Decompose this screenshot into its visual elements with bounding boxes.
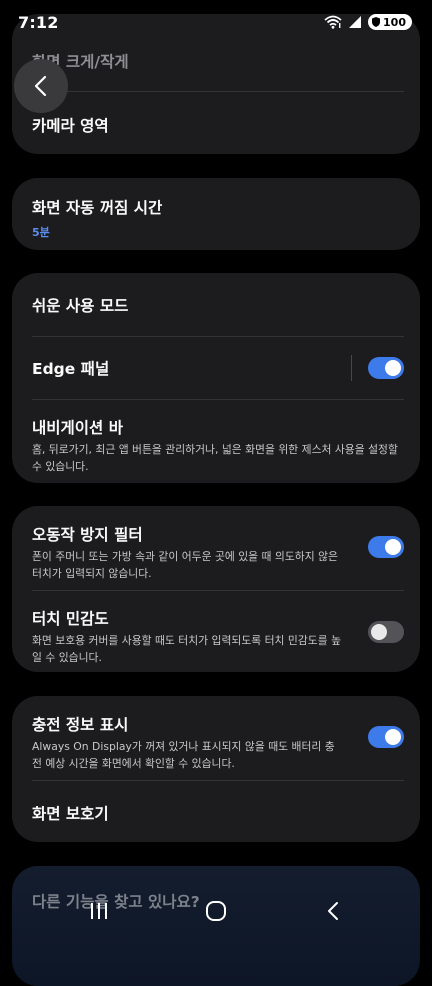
- system-nav-bar: [0, 886, 432, 936]
- touch-sensitivity-toggle[interactable]: [368, 621, 404, 643]
- status-bar: 7:12 100: [0, 0, 432, 44]
- status-icons: 100: [324, 14, 412, 30]
- card-charging: 충전 정보 표시 Always On Display가 꺼져 있거나 표시되지 …: [12, 696, 420, 842]
- home-icon: [205, 901, 226, 921]
- chevron-left-icon: [34, 75, 47, 97]
- row-easy-mode[interactable]: 쉬운 사용 모드: [12, 294, 420, 316]
- divider: [32, 780, 404, 781]
- nav-back-button[interactable]: [313, 891, 353, 931]
- row-navigation-bar[interactable]: 내비게이션 바 홈, 뒤로가기, 최근 앱 버튼을 관리하거나, 넓은 화면을 …: [12, 416, 420, 475]
- touch-sensitivity-description: 화면 보호용 커버를 사용할 때도 터치가 입력되도록 터치 민감도를 높일 수…: [32, 634, 342, 664]
- accidental-touch-toggle[interactable]: [368, 536, 404, 558]
- edge-panels-toggle[interactable]: [368, 357, 404, 379]
- accidental-touch-label: 오동작 방지 필터: [32, 526, 143, 544]
- row-accidental-touch[interactable]: 오동작 방지 필터 폰이 주머니 또는 가방 속과 같이 어두운 곳에 있을 때…: [12, 523, 420, 582]
- vertical-separator: [351, 355, 352, 381]
- touch-sensitivity-label: 터치 민감도: [32, 610, 109, 628]
- battery-shield-icon: [372, 17, 381, 27]
- home-button[interactable]: [196, 891, 236, 931]
- recents-button[interactable]: [79, 891, 119, 931]
- battery-indicator: 100: [368, 14, 412, 30]
- card-touch: 오동작 방지 필터 폰이 주머니 또는 가방 속과 같이 어두운 곳에 있을 때…: [12, 506, 420, 672]
- edge-panels-label: Edge 패널: [32, 360, 110, 378]
- row-charging-info[interactable]: 충전 정보 표시 Always On Display가 꺼져 있거나 표시되지 …: [12, 713, 420, 772]
- row-screen-timeout[interactable]: 화면 자동 꺼짐 시간 5분: [12, 196, 420, 240]
- status-time: 7:12: [18, 12, 59, 32]
- screen-saver-label: 화면 보호기: [32, 805, 109, 823]
- card-screen-timeout[interactable]: 화면 자동 꺼짐 시간 5분: [12, 178, 420, 250]
- divider: [32, 336, 404, 337]
- row-touch-sensitivity[interactable]: 터치 민감도 화면 보호용 커버를 사용할 때도 터치가 입력되도록 터치 민감…: [12, 607, 420, 666]
- charging-info-label: 충전 정보 표시: [32, 716, 129, 734]
- battery-percent: 100: [383, 15, 406, 29]
- row-edge-panels[interactable]: Edge 패널: [12, 357, 420, 379]
- screen-timeout-label: 화면 자동 꺼짐 시간: [32, 199, 163, 217]
- charging-info-description: Always On Display가 꺼져 있거나 표시되지 않을 때도 배터리…: [32, 740, 335, 770]
- card-interaction: 쉬운 사용 모드 Edge 패널 내비게이션 바 홈, 뒤로가기, 최근 앱 버…: [12, 273, 420, 483]
- recents-icon: [90, 903, 107, 919]
- wifi-icon: [324, 15, 342, 29]
- screen-timeout-value: 5분: [32, 226, 50, 239]
- back-icon: [328, 902, 339, 920]
- navigation-bar-description: 홈, 뒤로가기, 최근 앱 버튼을 관리하거나, 넓은 화면을 위한 제스처 사…: [32, 443, 398, 473]
- camera-area-label: 카메라 영역: [32, 117, 109, 135]
- row-display-size[interactable]: 화면 크게/작게: [12, 50, 420, 72]
- navigation-bar-label: 내비게이션 바: [32, 419, 123, 437]
- display-size-label: 화면 크게/작게: [32, 53, 129, 71]
- divider: [32, 399, 404, 400]
- signal-icon: [349, 16, 362, 28]
- toggle-knob: [385, 360, 401, 376]
- toggle-knob: [371, 624, 387, 640]
- accidental-touch-description: 폰이 주머니 또는 가방 속과 같이 어두운 곳에 있을 때 의도하지 않은 터…: [32, 550, 338, 580]
- charging-info-toggle[interactable]: [368, 726, 404, 748]
- toggle-knob: [385, 729, 401, 745]
- easy-mode-label: 쉬운 사용 모드: [32, 297, 129, 315]
- row-screen-saver[interactable]: 화면 보호기: [12, 802, 420, 824]
- divider: [32, 91, 404, 92]
- row-camera-area[interactable]: 카메라 영역: [12, 114, 420, 136]
- back-button[interactable]: [14, 59, 68, 113]
- divider: [32, 590, 404, 591]
- toggle-knob: [385, 539, 401, 555]
